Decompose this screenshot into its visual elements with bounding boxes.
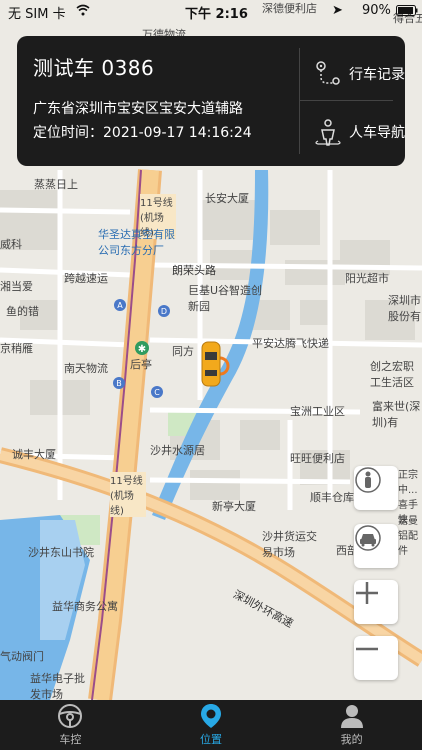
map-label: 旺旺便利店 xyxy=(290,452,345,465)
zoom-in-button[interactable] xyxy=(354,580,398,624)
car-icon xyxy=(355,525,381,551)
map-label: 益华商务公寓 xyxy=(52,600,118,613)
road-label: 朗荣头路 xyxy=(172,264,216,277)
location-time-label: 定位时间： xyxy=(33,125,103,141)
tab-vehicle-control-label: 车控 xyxy=(59,733,82,746)
tab-location-label: 位置 xyxy=(200,733,222,746)
tab-bar: 车控 位置 我的 xyxy=(0,700,422,750)
location-time-row: 定位时间：2021-09-17 14:16:24 xyxy=(33,122,252,142)
status-bar: 无 SIM 卡 下午 2:16 ➤ 90% xyxy=(0,0,422,22)
map-label: 湘当爱 xyxy=(0,280,33,293)
location-pin-icon xyxy=(201,704,221,728)
svg-text:A: A xyxy=(117,301,123,310)
map-label: 长安大厦 xyxy=(205,192,249,205)
map-label: 沙井水源居 xyxy=(150,444,205,457)
vehicle-info-card: 测试车 0386 广东省深圳市宝安区宝安大道辅路 定位时间：2021-09-17… xyxy=(17,36,405,166)
vehicle-view-button[interactable] xyxy=(354,524,398,568)
wifi-icon xyxy=(76,4,90,20)
map-label: 威科 xyxy=(0,238,22,251)
street-view-button[interactable] xyxy=(354,466,398,510)
map-label: 顺丰仓库 xyxy=(310,491,354,504)
map-label: 华圣达真空有限公司东方分厂 xyxy=(98,228,175,257)
battery-percent: 90% xyxy=(362,3,391,18)
battery-icon xyxy=(396,5,418,20)
location-time-value: 2021-09-17 14:16:24 xyxy=(103,125,252,141)
person-car-navigation-label: 人车导航 xyxy=(349,125,405,141)
map-label: 创之宏职工生活区 xyxy=(370,360,414,389)
minus-icon xyxy=(356,647,378,651)
map-label: 阳光超市 xyxy=(345,272,389,285)
profile-icon xyxy=(340,705,363,728)
map-label: 诚丰大厦 xyxy=(12,448,56,461)
plus-icon xyxy=(356,582,378,604)
map-label: 跨越速运 xyxy=(64,272,108,285)
map-label: 南天物流 xyxy=(64,362,108,375)
carrier-label: 无 SIM 卡 xyxy=(8,7,66,22)
svg-text:C: C xyxy=(154,388,160,397)
metro-station-label: 后亭 xyxy=(130,358,152,371)
zoom-out-button[interactable] xyxy=(354,636,398,680)
tab-profile-label: 我的 xyxy=(340,733,363,746)
svg-text:D: D xyxy=(161,307,167,316)
steering-wheel-icon xyxy=(58,704,83,728)
map-label: 沙井货运交易市场 xyxy=(262,530,317,559)
map-label: 富来世(深圳)有 xyxy=(372,400,421,429)
map-label: 鱼的错 xyxy=(6,305,39,318)
tab-location[interactable]: 位置 xyxy=(141,700,282,750)
tab-profile[interactable]: 我的 xyxy=(281,700,422,750)
trip-record-button[interactable]: 行车记录 xyxy=(299,48,405,100)
person-icon xyxy=(355,467,381,493)
trip-record-label: 行车记录 xyxy=(349,67,405,83)
svg-text:B: B xyxy=(116,379,122,388)
map-label: 同方 xyxy=(172,345,194,358)
map-label: 益华电子批发市场 xyxy=(30,672,85,700)
map-label: 巨基U谷智造创新园 xyxy=(188,284,263,313)
map-label: 气动阀门 xyxy=(0,650,44,663)
map-label: 深圳市股份有 xyxy=(388,294,421,323)
map-label: 嘉曼铝配件 xyxy=(398,516,418,557)
divider xyxy=(299,100,393,101)
svg-text:✱: ✱ xyxy=(138,344,146,355)
route-icon xyxy=(316,61,340,85)
vehicle-name: 测试车 0386 xyxy=(33,56,155,80)
map-label: 京稍雁 xyxy=(0,342,33,355)
metro-line-label: 11号线(机场线) xyxy=(110,472,146,517)
map-label: 平安达腾飞快递 xyxy=(252,337,329,350)
tab-vehicle-control[interactable]: 车控 xyxy=(0,700,141,750)
map-label: 新亭大厦 xyxy=(212,500,256,513)
person-car-navigation-button[interactable]: 人车导航 xyxy=(299,106,405,158)
map-label: 沙井东山书院 xyxy=(28,546,94,559)
person-navigation-icon xyxy=(315,119,341,146)
vehicle-address: 广东省深圳市宝安区宝安大道辅路 xyxy=(33,101,243,117)
map-label: 宝洲工业区 xyxy=(290,405,345,418)
location-arrow-icon: ➤ xyxy=(332,3,343,18)
clock: 下午 2:16 xyxy=(185,7,248,22)
map-label: 蒸蒸日上 xyxy=(34,178,78,191)
